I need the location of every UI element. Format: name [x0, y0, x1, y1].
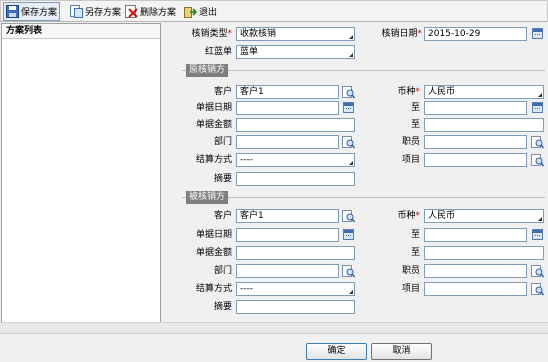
save-icon	[6, 5, 19, 18]
original-doc-date-from-field[interactable]	[236, 101, 339, 115]
original-doc-date-to-field[interactable]	[424, 101, 527, 115]
target-customer-lookup-icon[interactable]	[342, 210, 355, 223]
original-amount-label: 单据金额	[195, 120, 232, 130]
scheme-list-panel[interactable]: 方案列表	[1, 23, 161, 324]
original-amount-to-field[interactable]	[424, 118, 544, 132]
target-amount-to-label: 至	[410, 248, 420, 258]
save-as-scheme-label: 另存方案	[85, 8, 122, 18]
scheme-list-title: 方案列表	[2, 24, 160, 39]
ok-button[interactable]: 确定	[306, 343, 367, 360]
target-project-label: 项目	[401, 284, 420, 294]
calendar-icon[interactable]	[532, 102, 543, 113]
red-blue-select[interactable]: 蓝单	[236, 45, 355, 59]
save-scheme-button[interactable]: 保存方案	[3, 2, 61, 21]
target-project-lookup-icon[interactable]	[531, 283, 544, 296]
target-project-field[interactable]	[424, 282, 527, 296]
original-summary-label: 摘要	[213, 174, 232, 184]
verify-type-select[interactable]: 收款核销	[236, 27, 355, 41]
target-customer-field[interactable]: 客户1	[236, 209, 339, 223]
target-currency-select[interactable]: 人民币	[424, 209, 544, 223]
original-doc-date-to-label: 至	[410, 103, 420, 113]
target-summary-label: 摘要	[213, 302, 232, 312]
original-settle-label: 结算方式	[195, 155, 232, 165]
target-amount-label: 单据金额	[195, 248, 232, 258]
calendar-icon[interactable]	[532, 229, 543, 240]
delete-icon	[125, 5, 138, 18]
target-staff-field[interactable]	[424, 264, 527, 278]
verify-type-label: 核销类型*	[191, 29, 232, 39]
save-as-icon	[70, 5, 83, 18]
exit-label: 退出	[199, 8, 218, 18]
calendar-icon[interactable]	[343, 102, 354, 113]
original-dept-lookup-icon[interactable]	[342, 136, 355, 149]
save-as-scheme-button[interactable]: 另存方案	[67, 2, 124, 21]
target-doc-date-from-field[interactable]	[236, 228, 339, 242]
exit-button[interactable]: 退出	[181, 2, 220, 21]
target-staff-label: 职员	[401, 266, 420, 276]
target-doc-date-label: 单据日期	[195, 230, 232, 240]
save-scheme-label: 保存方案	[21, 8, 58, 18]
original-currency-label: 币种*	[397, 87, 420, 97]
calendar-icon[interactable]	[532, 28, 543, 39]
original-customer-lookup-icon[interactable]	[342, 86, 355, 99]
original-summary-field[interactable]	[236, 172, 355, 186]
original-dept-label: 部门	[213, 137, 232, 147]
original-staff-label: 职员	[401, 137, 420, 147]
target-summary-field[interactable]	[236, 300, 355, 314]
target-dept-field[interactable]	[236, 264, 339, 278]
target-amount-from-field[interactable]	[236, 246, 355, 260]
toolbar: 保存方案 另存方案 删除方案 退出	[0, 0, 548, 22]
original-customer-field[interactable]: 客户1	[236, 85, 339, 99]
delete-scheme-label: 删除方案	[140, 8, 177, 18]
target-dept-lookup-icon[interactable]	[342, 265, 355, 278]
original-amount-from-field[interactable]	[236, 118, 355, 132]
footer-divider	[0, 333, 548, 334]
original-currency-select[interactable]: 人民币	[424, 85, 544, 99]
original-dept-field[interactable]	[236, 135, 339, 149]
verify-date-field[interactable]: 2015-10-29	[424, 27, 527, 41]
target-staff-lookup-icon[interactable]	[531, 265, 544, 278]
target-currency-label: 币种*	[397, 211, 420, 221]
target-section-divider	[182, 197, 545, 198]
target-amount-to-field[interactable]	[424, 246, 544, 260]
target-section-title: 被核销方	[186, 191, 229, 204]
target-dept-label: 部门	[213, 266, 232, 276]
exit-icon	[184, 7, 197, 18]
cancel-button[interactable]: 取消	[371, 343, 432, 360]
original-amount-to-label: 至	[410, 120, 420, 130]
original-section-title: 原核销方	[186, 64, 229, 77]
original-section-divider	[182, 70, 545, 71]
original-project-label: 项目	[401, 155, 420, 165]
original-customer-label: 客户	[213, 87, 232, 97]
red-blue-label: 红蓝单	[204, 47, 232, 57]
target-settle-label: 结算方式	[195, 284, 232, 294]
original-staff-lookup-icon[interactable]	[531, 136, 544, 149]
original-settle-select[interactable]: ----	[236, 153, 355, 167]
original-project-field[interactable]	[424, 153, 527, 167]
target-settle-select[interactable]: ----	[236, 282, 355, 296]
original-staff-field[interactable]	[424, 135, 527, 149]
target-customer-label: 客户	[213, 211, 232, 221]
target-doc-date-to-label: 至	[410, 230, 420, 240]
original-doc-date-label: 单据日期	[195, 103, 232, 113]
original-project-lookup-icon[interactable]	[531, 154, 544, 167]
verify-date-label: 核销日期*	[381, 29, 422, 39]
target-doc-date-to-field[interactable]	[424, 228, 527, 242]
delete-scheme-button[interactable]: 删除方案	[122, 2, 179, 21]
calendar-icon[interactable]	[343, 229, 354, 240]
